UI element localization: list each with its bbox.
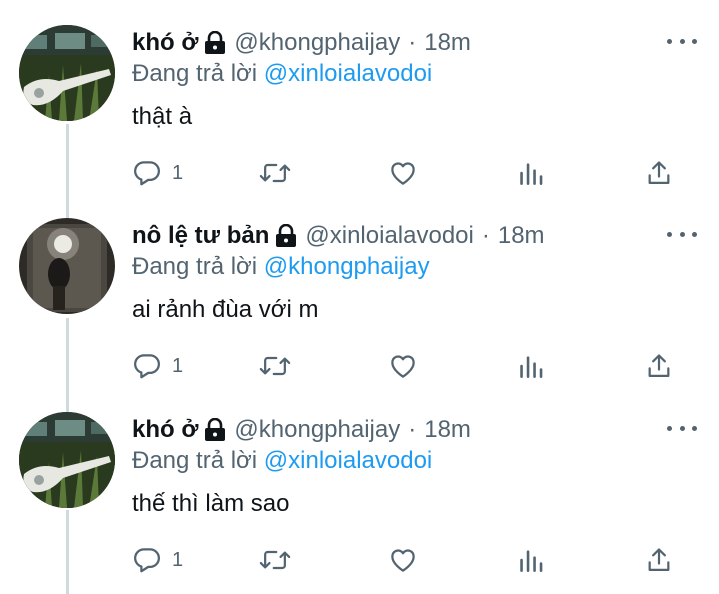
analytics-button[interactable]: [518, 542, 544, 578]
analytics-icon: [520, 356, 543, 378]
analytics-button[interactable]: [518, 155, 544, 191]
user-handle[interactable]: @xinloialavodoi: [305, 222, 473, 250]
mention-link[interactable]: @khongphaijay: [264, 253, 430, 280]
replying-prefix: Đang trả lời: [132, 60, 258, 87]
tweet-text: thế thì làm sao: [132, 490, 290, 517]
reply-count: 1: [172, 548, 184, 571]
reply-button[interactable]: 1: [132, 348, 183, 384]
like-button[interactable]: [388, 348, 418, 384]
like-icon: [391, 355, 415, 378]
tweet-header: nô lệ tư bản @xinloialavodoi · 18m: [132, 219, 545, 253]
analytics-icon: [520, 163, 543, 185]
separator: ·: [481, 222, 490, 249]
tweet-actions: 1: [0, 542, 719, 582]
reply-icon: [134, 354, 160, 379]
timestamp[interactable]: 18m: [424, 29, 471, 57]
reply-icon: [134, 161, 160, 186]
reply-count: 1: [172, 354, 184, 377]
retweet-button[interactable]: [259, 155, 291, 191]
guitar-photo-avatar-image: [19, 25, 115, 121]
lock-icon: [204, 418, 226, 442]
share-icon: [648, 161, 670, 185]
tweet[interactable]: nô lệ tư bản @xinloialavodoi · 18m Đang …: [0, 193, 719, 386]
lock-icon: [204, 31, 226, 55]
reply-count: 1: [172, 161, 184, 184]
like-button[interactable]: [388, 155, 418, 191]
share-icon: [648, 548, 670, 572]
user-handle[interactable]: @khongphaijay: [234, 29, 400, 57]
separator: ·: [408, 29, 417, 56]
timestamp[interactable]: 18m: [498, 222, 545, 250]
tweet-header: khó ở @khongphaijay · 18m: [132, 26, 471, 60]
retweet-button[interactable]: [259, 348, 291, 384]
reply-button[interactable]: 1: [132, 155, 183, 191]
display-name[interactable]: khó ở: [132, 29, 198, 57]
more-icon[interactable]: [667, 227, 697, 241]
replying-to: Đang trả lời @xinloialavodoi: [132, 447, 432, 475]
avatar[interactable]: [19, 218, 115, 314]
tweet-text: thật à: [132, 103, 193, 130]
reply-button[interactable]: 1: [132, 542, 183, 578]
like-icon: [391, 549, 415, 572]
avatar[interactable]: [19, 412, 115, 508]
share-button[interactable]: [645, 155, 673, 191]
mention-link[interactable]: @xinloialavodoi: [264, 447, 432, 474]
replying-to: Đang trả lời @xinloialavodoi: [132, 60, 432, 88]
tweet-header: khó ở @khongphaijay · 18m: [132, 413, 471, 447]
guitar-photo-avatar-image: [19, 412, 115, 508]
separator: ·: [408, 416, 417, 443]
share-button[interactable]: [645, 348, 673, 384]
share-icon: [648, 354, 670, 378]
display-name[interactable]: khó ở: [132, 416, 198, 444]
tweet-actions: 1: [0, 348, 719, 388]
like-button[interactable]: [388, 542, 418, 578]
replying-prefix: Đang trả lời: [132, 447, 258, 474]
like-icon: [391, 162, 415, 185]
replying-to: Đang trả lời @khongphaijay: [132, 253, 430, 281]
retweet-icon: [259, 163, 291, 183]
more-icon[interactable]: [667, 421, 697, 435]
tweet[interactable]: khó ở @khongphaijay · 18m Đang trả lời @…: [0, 387, 719, 580]
retweet-icon: [259, 550, 291, 570]
tweet-text: ai rảnh đùa với m: [132, 296, 319, 323]
mirror-selfie-avatar-image: [19, 218, 115, 314]
mention-link[interactable]: @xinloialavodoi: [264, 60, 432, 87]
display-name[interactable]: nô lệ tư bản: [132, 222, 269, 250]
tweet[interactable]: khó ở @khongphaijay · 18m Đang trả lời @…: [0, 0, 719, 193]
timestamp[interactable]: 18m: [424, 416, 471, 444]
reply-icon: [134, 548, 160, 573]
analytics-button[interactable]: [518, 348, 544, 384]
analytics-icon: [520, 550, 543, 572]
retweet-icon: [259, 356, 291, 376]
user-handle[interactable]: @khongphaijay: [234, 416, 400, 444]
avatar[interactable]: [19, 25, 115, 121]
tweet-actions: 1: [0, 155, 719, 195]
replying-prefix: Đang trả lời: [132, 253, 258, 280]
lock-icon: [275, 224, 297, 248]
retweet-button[interactable]: [259, 542, 291, 578]
share-button[interactable]: [645, 542, 673, 578]
more-icon[interactable]: [667, 34, 697, 48]
